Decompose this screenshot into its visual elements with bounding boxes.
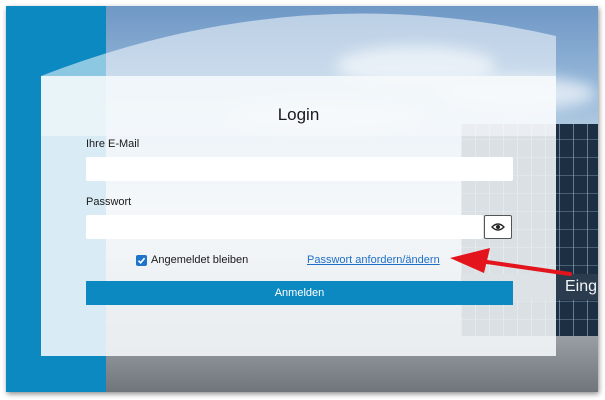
remember-label: Angemeldet bleiben [151,254,249,266]
email-field[interactable] [86,157,513,181]
eye-icon [491,223,505,231]
remember-checkbox[interactable] [136,255,147,266]
show-password-button[interactable] [484,215,512,239]
screenshot-frame: Eing Login Ihre E-Mail Passwort Angemeld… [6,6,598,392]
password-reset-link[interactable]: Passwort anfordern/ändern [307,254,440,266]
email-label: Ihre E-Mail [86,138,140,150]
password-label: Passwort [86,196,132,208]
login-title: Login [277,105,320,124]
login-button[interactable]: Anmelden [86,281,513,305]
checkmark-icon [137,257,146,264]
password-field[interactable] [86,215,483,239]
annotation-arrow-icon [450,248,572,276]
